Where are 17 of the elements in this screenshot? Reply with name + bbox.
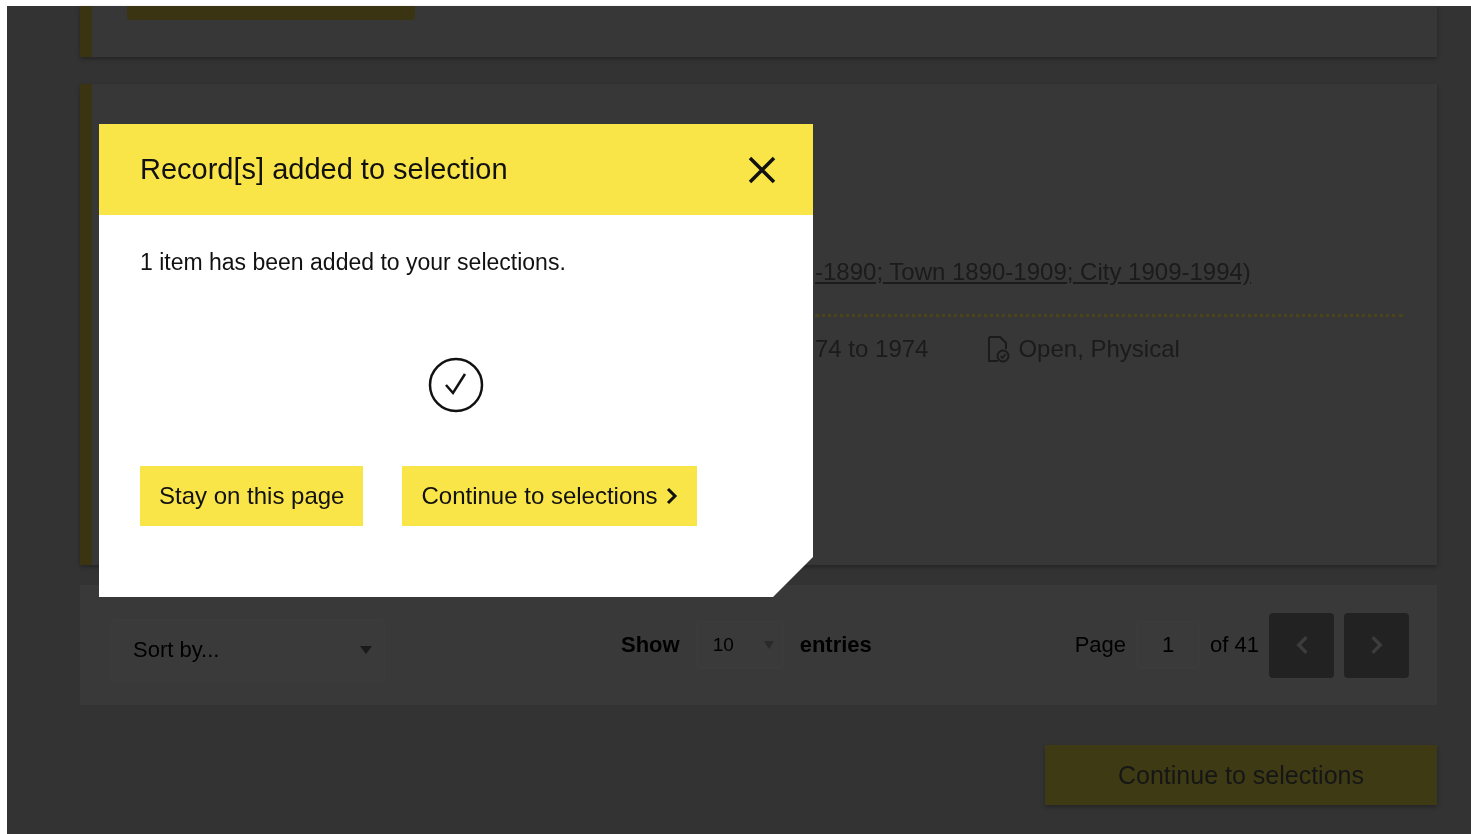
page-label: Page [1074,632,1127,658]
chevron-left-icon [1294,635,1309,655]
modal-message: 1 item has been added to your selections. [140,249,567,276]
chevron-right-icon [665,487,678,505]
show-label: Show [621,632,680,658]
stay-button[interactable]: Stay on this page [140,466,364,526]
close-icon[interactable] [747,154,777,185]
chevron-right-icon [1369,635,1384,655]
previous-page-button[interactable] [1269,612,1334,678]
entries-label: entries [799,632,872,658]
check-circle-icon [427,356,485,414]
next-page-button[interactable] [1344,612,1409,678]
document-check-icon [986,335,1011,363]
modal-title: Record[s] added to selection [140,153,508,186]
dropdown-arrow-icon [360,646,372,654]
continue-button[interactable]: Continue to selections [402,466,697,526]
page-total: of 41 [1210,632,1259,658]
